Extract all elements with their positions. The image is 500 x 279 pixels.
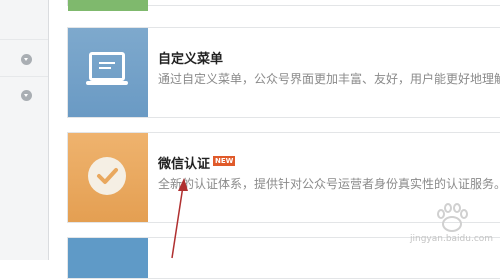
watermark-text: jingyan.baidu.com bbox=[410, 234, 494, 244]
paw-logo-icon bbox=[437, 203, 468, 232]
baidu-watermark: jingyan.baidu.com bbox=[408, 200, 498, 252]
